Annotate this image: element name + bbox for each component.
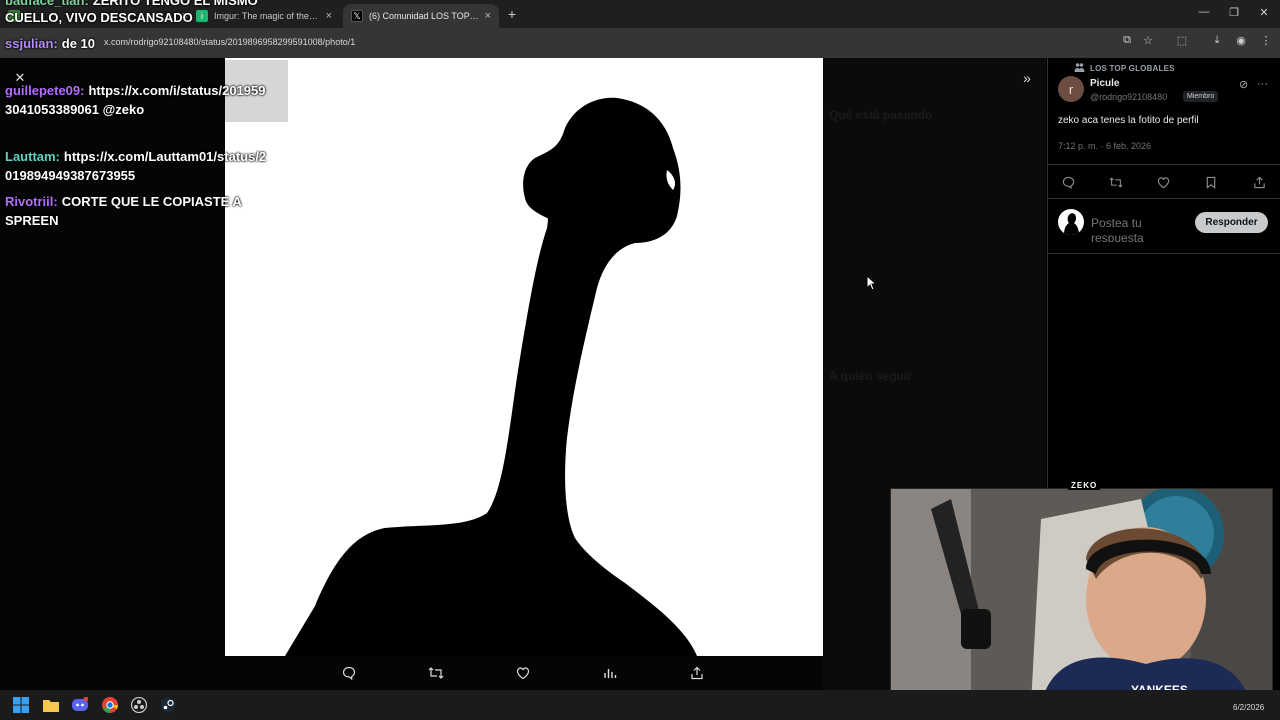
webcam-overlay: YANKEES xyxy=(890,488,1273,704)
imgur-favicon-icon: i xyxy=(196,10,208,22)
x-favicon-icon: 𝕏 xyxy=(351,10,363,22)
chat-message: 019894949387673955 xyxy=(5,166,135,185)
extensions-icon[interactable]: ⬚ xyxy=(1175,34,1189,47)
like-icon[interactable] xyxy=(513,664,533,682)
profile-icon[interactable]: ◉ xyxy=(1234,34,1248,47)
chat-message: CUELLO, VIVO DESCANSADO xyxy=(5,8,193,27)
divider xyxy=(1047,198,1280,199)
minimize-icon[interactable]: — xyxy=(1195,6,1213,18)
taskbar xyxy=(0,690,1280,720)
windows-start-icon[interactable] xyxy=(11,695,31,715)
tab-x-community[interactable]: 𝕏 (6) Comunidad LOS TOP GLOBA × xyxy=(343,4,499,28)
avatar[interactable]: r xyxy=(1058,76,1084,102)
tweet-share-icon[interactable] xyxy=(1251,174,1267,190)
chat-user: badface_tian: xyxy=(5,0,89,8)
chat-message: Lauttam: https://x.com/Lauttam01/status/2 xyxy=(5,147,266,166)
chat-user: guillepete09: xyxy=(5,83,85,98)
follow-title: A quién seguir xyxy=(829,369,912,383)
chat-message: ssjulian: de 10 xyxy=(5,34,95,53)
close-tab-icon[interactable]: × xyxy=(485,10,491,22)
tweet-like-icon[interactable] xyxy=(1155,174,1171,190)
tab-title: (6) Comunidad LOS TOP GLOBA xyxy=(369,11,479,21)
divider xyxy=(1047,164,1280,165)
community-name[interactable]: LOS TOP GLOBALES xyxy=(1090,64,1175,73)
tweet-bookmark-icon[interactable] xyxy=(1203,174,1219,190)
screen: × i Imgur: The magic of the Interne × 𝕏 … xyxy=(0,0,1280,720)
chat-text: SPREEN xyxy=(5,213,59,228)
chat-message: 3041053389061 @zeko xyxy=(5,100,144,119)
tweet-repost-icon[interactable] xyxy=(1108,174,1124,190)
chat-user: ssjulian: xyxy=(5,36,58,51)
tweet-text: zeko aca tenes la fotito de perfil xyxy=(1058,115,1199,126)
author-handle[interactable]: @rodrigo92108480 xyxy=(1090,92,1167,102)
community-icon xyxy=(1074,63,1085,72)
mouse-cursor-icon xyxy=(866,275,878,291)
chat-user: Lauttam: xyxy=(5,149,60,164)
chat-message: guillepete09: https://x.com/i/status/2019… xyxy=(5,81,265,100)
discord-icon[interactable] xyxy=(70,695,90,715)
dinosaur-silhouette-image xyxy=(285,97,697,656)
expand-sidebar-icon[interactable]: » xyxy=(1018,70,1036,86)
more-options-icon[interactable]: ··· xyxy=(1257,78,1268,90)
taskbar-date[interactable]: 6/2/2026 xyxy=(1233,703,1264,712)
chat-text: https://x.com/i/status/201959 xyxy=(88,83,266,98)
chat-text: 019894949387673955 xyxy=(5,168,136,183)
download-icon[interactable]: ⤓ xyxy=(1210,34,1224,47)
install-icon[interactable]: ⧉ xyxy=(1120,34,1134,47)
repost-icon[interactable] xyxy=(426,664,446,682)
reply-button[interactable]: Responder xyxy=(1195,212,1268,233)
chat-text: 3041053389061 @zeko xyxy=(5,102,145,117)
member-badge: Miembro xyxy=(1183,91,1219,102)
author-name[interactable]: Picule xyxy=(1090,78,1119,89)
streamer-webcam-image: YANKEES xyxy=(891,489,1272,703)
restore-icon[interactable]: ❐ xyxy=(1225,6,1243,19)
webcam-label: ZEKO xyxy=(1068,481,1101,490)
tweet-timestamp[interactable]: 7:12 p. m. · 6 feb. 2026 xyxy=(1058,141,1151,151)
new-tab-icon[interactable]: + xyxy=(504,6,520,22)
chat-user: Rivotriil: xyxy=(5,194,58,209)
chat-text: CUELLO, VIVO DESCANSADO xyxy=(5,10,193,25)
chrome-icon[interactable] xyxy=(100,695,120,715)
own-avatar xyxy=(1058,209,1084,235)
chat-text: de 10 xyxy=(61,36,95,51)
trending-title: Qué está pasando xyxy=(829,108,933,122)
menu-kebab-icon[interactable]: ⋮ xyxy=(1259,34,1273,47)
reply-icon[interactable] xyxy=(339,664,359,682)
views-icon[interactable] xyxy=(600,664,620,682)
url-field[interactable]: x.com/rodrigo92108480/status/20198969582… xyxy=(104,37,355,47)
tab-title: Imgur: The magic of the Interne xyxy=(214,11,320,21)
close-tab-icon[interactable]: × xyxy=(326,10,332,22)
chat-text: ZERITO TENGO EL MISMO xyxy=(92,0,258,8)
reply-input[interactable]: Postea tu respuesta xyxy=(1091,216,1181,242)
steam-icon[interactable] xyxy=(158,695,178,715)
close-window-icon[interactable]: ✕ xyxy=(1255,6,1273,19)
bookmark-star-icon[interactable]: ☆ xyxy=(1141,34,1155,47)
share-icon[interactable] xyxy=(687,664,707,682)
chat-text: CORTE QUE LE COPIASTE A xyxy=(61,194,242,209)
chat-text: https://x.com/Lauttam01/status/2 xyxy=(63,149,267,164)
post-photo xyxy=(225,58,823,656)
chat-message: SPREEN xyxy=(5,211,58,230)
tweet-reply-icon[interactable] xyxy=(1060,174,1076,190)
file-explorer-icon[interactable] xyxy=(41,695,61,715)
chat-message: Rivotriil: CORTE QUE LE COPIASTE A xyxy=(5,192,242,211)
obs-icon[interactable] xyxy=(129,695,149,715)
grok-icon[interactable]: ⊘ xyxy=(1239,78,1248,91)
divider xyxy=(1047,253,1280,254)
